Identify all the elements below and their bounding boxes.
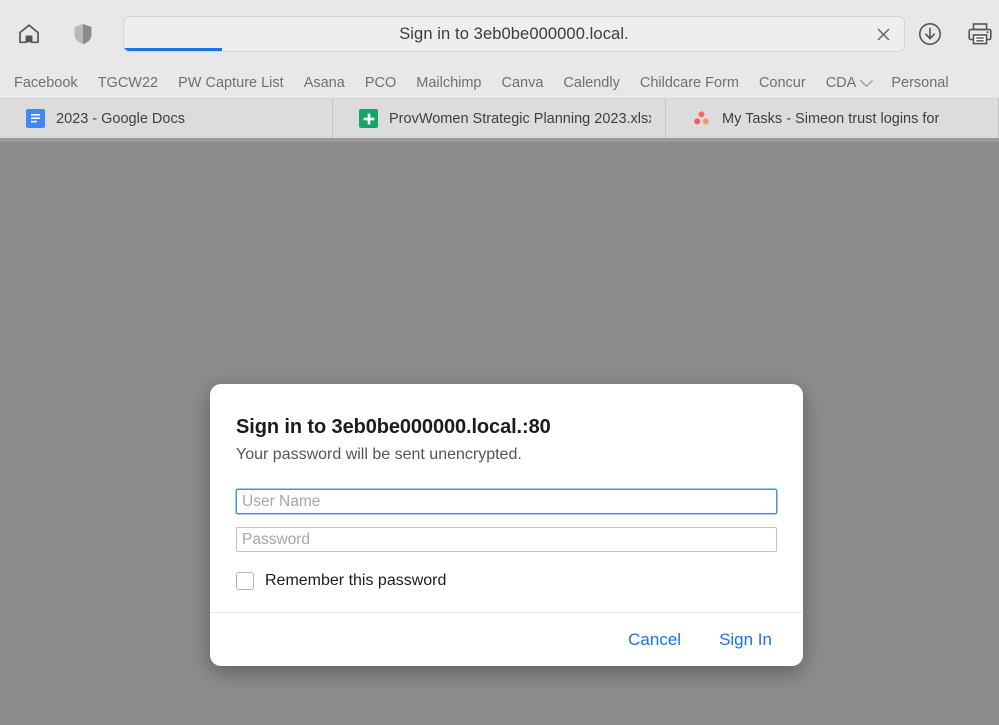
- bookmark-label: Canva: [501, 75, 544, 91]
- bookmark-label: TGCW22: [97, 75, 159, 91]
- bookmark-label: CDA: [825, 75, 857, 91]
- bookmark-item[interactable]: PCO: [355, 73, 406, 93]
- bookmark-item[interactable]: Mailchimp: [406, 73, 491, 93]
- username-input[interactable]: [236, 489, 777, 514]
- print-icon[interactable]: [963, 17, 997, 51]
- bookmark-item[interactable]: Concur: [749, 73, 816, 93]
- progress-fill: [124, 48, 223, 51]
- bookmark-label: Asana: [303, 75, 345, 91]
- close-icon[interactable]: [872, 23, 894, 45]
- auth-dialog: Sign in to 3eb0be000000.local.:80 Your p…: [210, 384, 803, 666]
- browser-tab[interactable]: My Tasks - Simeon trust logins for: [666, 99, 999, 138]
- home-icon[interactable]: [12, 17, 46, 51]
- bookmark-label: Childcare Form: [639, 75, 739, 91]
- download-icon[interactable]: [913, 17, 947, 51]
- bookmark-item[interactable]: TGCW22: [88, 73, 168, 93]
- toolbar-right-actions: [913, 17, 999, 51]
- tab-strip: 2023 - Google Docs ProvWomen Strategic Pl…: [0, 98, 999, 138]
- bookmark-item[interactable]: Personal: [881, 73, 958, 93]
- bookmark-item[interactable]: Childcare Form: [630, 73, 749, 93]
- auth-dialog-footer: Cancel Sign In: [210, 612, 803, 666]
- bookmark-item[interactable]: Asana: [294, 73, 355, 93]
- browser-toolbar: Sign in to 3eb0be000000.local.: [0, 0, 999, 68]
- remember-password-row[interactable]: Remember this password: [236, 572, 777, 590]
- browser-chrome: Sign in to 3eb0be000000.local. Facebook …: [0, 0, 999, 142]
- page-load-progress: [124, 48, 904, 51]
- google-sheets-icon: [359, 109, 378, 128]
- bookmark-label: Calendly: [563, 75, 620, 91]
- asana-icon: [692, 109, 711, 128]
- browser-tab[interactable]: ProvWomen Strategic Planning 2023.xlsx..…: [333, 99, 666, 138]
- browser-tab-title: ProvWomen Strategic Planning 2023.xlsx..…: [389, 110, 651, 127]
- bookmark-item[interactable]: Calendly: [553, 73, 629, 93]
- bookmark-label: Personal: [891, 75, 949, 91]
- bookmark-item[interactable]: Facebook: [4, 73, 88, 93]
- chevron-down-icon: [860, 73, 874, 87]
- bookmark-label: Concur: [758, 75, 806, 91]
- bookmark-label: Mailchimp: [416, 75, 482, 91]
- cancel-button[interactable]: Cancel: [626, 626, 683, 654]
- bookmark-label: PW Capture List: [178, 75, 284, 91]
- browser-tab[interactable]: 2023 - Google Docs: [0, 99, 333, 138]
- bookmark-item[interactable]: Canva: [492, 73, 554, 93]
- bookmark-label: Facebook: [14, 75, 78, 91]
- bookmark-label: PCO: [364, 75, 397, 91]
- address-bar-title: Sign in to 3eb0be000000.local.: [399, 24, 629, 43]
- browser-tab-title: 2023 - Google Docs: [56, 110, 185, 127]
- remember-password-label: Remember this password: [265, 572, 447, 589]
- password-input[interactable]: [236, 527, 777, 552]
- dialog-title: Sign in to 3eb0be000000.local.:80: [236, 416, 551, 438]
- google-docs-icon: [26, 109, 45, 128]
- sign-in-button[interactable]: Sign In: [717, 626, 774, 654]
- address-bar[interactable]: Sign in to 3eb0be000000.local.: [123, 16, 905, 52]
- bookmarks-bar: Facebook TGCW22 PW Capture List Asana PCO Mai…: [0, 68, 999, 98]
- auth-dialog-body: Sign in to 3eb0be000000.local.:80 Your p…: [210, 384, 803, 612]
- remember-password-checkbox[interactable]: [236, 572, 254, 590]
- dialog-subtitle: Your password will be sent unencrypted.: [236, 446, 522, 463]
- browser-tab-title: My Tasks - Simeon trust logins for: [722, 110, 940, 127]
- bookmark-item[interactable]: CDA: [816, 73, 882, 93]
- page-content-area: Sign in to 3eb0be000000.local.:80 Your p…: [0, 142, 999, 725]
- bookmark-item[interactable]: PW Capture List: [168, 73, 294, 93]
- shield-icon[interactable]: [66, 17, 100, 51]
